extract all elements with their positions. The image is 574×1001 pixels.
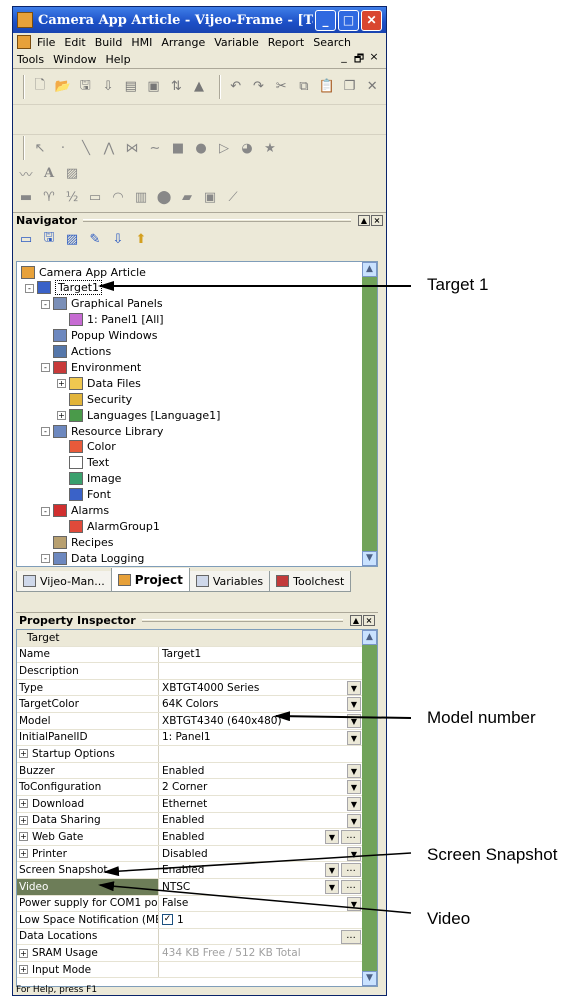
callout-snapshot: Screen Snapshot [427,845,558,864]
callout-video: Video [427,909,471,928]
callout-target: Target 1 [427,275,489,294]
callout-arrow-video [98,881,412,914]
callout-arrow-snapshot [103,852,412,877]
callout-model: Model number [427,708,536,727]
callout-arrow-model [274,711,412,722]
